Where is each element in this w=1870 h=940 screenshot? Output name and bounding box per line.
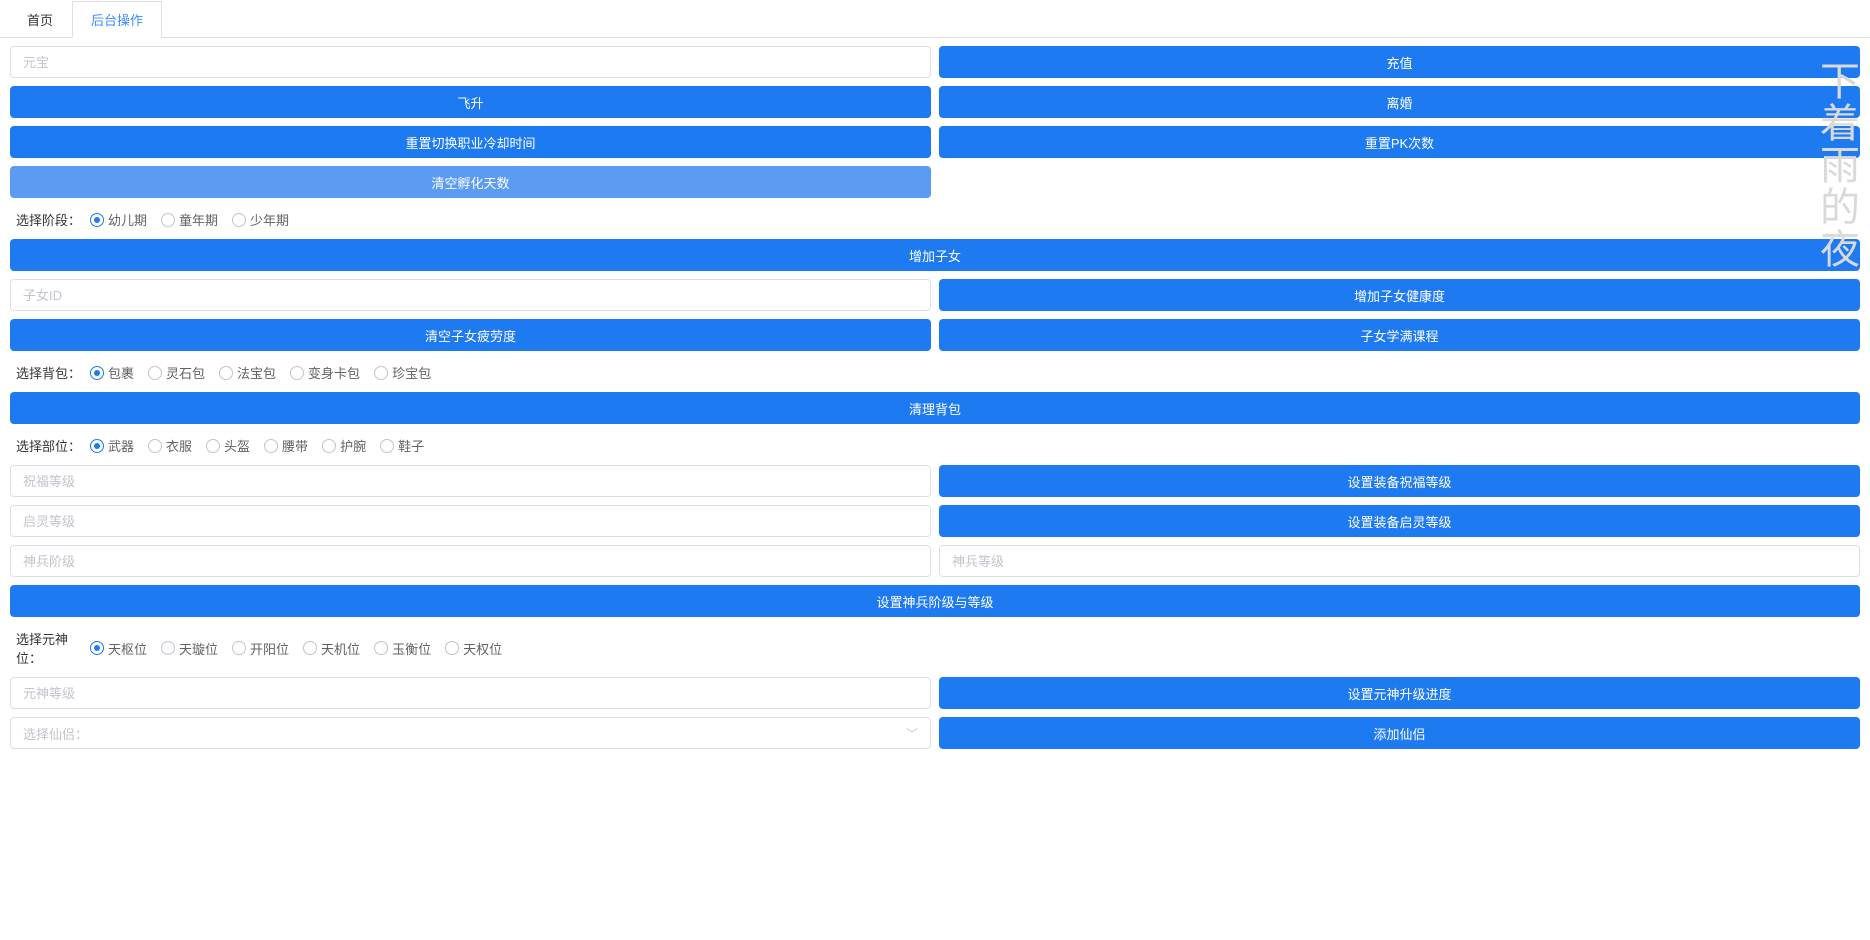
radio-icon	[374, 366, 388, 380]
yuanshen-radio-5[interactable]: 天权位	[445, 639, 502, 658]
clear-hatch-days-button[interactable]: 清空孵化天数	[10, 166, 931, 198]
shenbing-level-input[interactable]	[939, 545, 1860, 577]
radio-text: 玉衡位	[392, 639, 431, 658]
radio-text: 幼儿期	[108, 210, 147, 229]
part-radio-row: 选择部位： 武器 衣服 头盔 腰带 护腕 鞋子	[10, 432, 1860, 459]
radio-text: 衣服	[166, 436, 192, 455]
radio-text: 包裹	[108, 363, 134, 382]
radio-text: 灵石包	[166, 363, 205, 382]
clear-bag-button[interactable]: 清理背包	[10, 392, 1860, 424]
clear-child-fatigue-button[interactable]: 清空子女疲劳度	[10, 319, 931, 351]
radio-icon	[161, 213, 175, 227]
radio-icon	[264, 439, 278, 453]
yuanshen-label: 选择元神位：	[10, 629, 90, 667]
radio-text: 天机位	[321, 639, 360, 658]
xianlv-select[interactable]: 选择仙侣： ﹀	[10, 717, 931, 749]
ascend-button[interactable]: 飞升	[10, 86, 931, 118]
yuanshen-radio-2[interactable]: 开阳位	[232, 639, 289, 658]
tab-home[interactable]: 首页	[8, 1, 72, 38]
stage-label: 选择阶段：	[10, 210, 90, 229]
radio-icon	[290, 366, 304, 380]
add-child-button[interactable]: 增加子女	[10, 239, 1860, 271]
bag-radio-4[interactable]: 珍宝包	[374, 363, 431, 382]
shenbing-stage-input[interactable]	[10, 545, 931, 577]
radio-icon	[374, 641, 388, 655]
xianlv-select-text: 选择仙侣：	[23, 724, 88, 743]
radio-text: 法宝包	[237, 363, 276, 382]
child-full-course-button[interactable]: 子女学满课程	[939, 319, 1860, 351]
set-yuanshen-button[interactable]: 设置元神升级进度	[939, 677, 1860, 709]
radio-icon	[90, 641, 104, 655]
radio-icon	[232, 641, 246, 655]
yuanshen-radio-3[interactable]: 天机位	[303, 639, 360, 658]
add-child-health-button[interactable]: 增加子女健康度	[939, 279, 1860, 311]
tab-bar: 首页 后台操作	[0, 0, 1870, 38]
radio-text: 童年期	[179, 210, 218, 229]
set-shenbing-button[interactable]: 设置神兵阶级与等级	[10, 585, 1860, 617]
radio-text: 腰带	[282, 436, 308, 455]
yuanshen-radio-4[interactable]: 玉衡位	[374, 639, 431, 658]
radio-icon	[445, 641, 459, 655]
part-radio-0[interactable]: 武器	[90, 436, 134, 455]
yuanshen-radio-row: 选择元神位： 天枢位 天璇位 开阳位 天机位 玉衡位 天权位	[10, 625, 1860, 671]
radio-icon	[380, 439, 394, 453]
part-radio-3[interactable]: 腰带	[264, 436, 308, 455]
radio-icon	[148, 366, 162, 380]
reset-job-cooldown-button[interactable]: 重置切换职业冷却时间	[10, 126, 931, 158]
stage-radio-1[interactable]: 童年期	[161, 210, 218, 229]
set-equip-qiling-button[interactable]: 设置装备启灵等级	[939, 505, 1860, 537]
bag-radio-1[interactable]: 灵石包	[148, 363, 205, 382]
radio-text: 护腕	[340, 436, 366, 455]
divorce-button[interactable]: 离婚	[939, 86, 1860, 118]
radio-icon	[90, 213, 104, 227]
bag-radio-0[interactable]: 包裹	[90, 363, 134, 382]
radio-icon	[161, 641, 175, 655]
stage-radio-0[interactable]: 幼儿期	[90, 210, 147, 229]
radio-text: 开阳位	[250, 639, 289, 658]
radio-icon	[90, 366, 104, 380]
bag-radio-3[interactable]: 变身卡包	[290, 363, 360, 382]
part-radio-1[interactable]: 衣服	[148, 436, 192, 455]
yuanshen-radio-0[interactable]: 天枢位	[90, 639, 147, 658]
bag-radio-row: 选择背包： 包裹 灵石包 法宝包 变身卡包 珍宝包	[10, 359, 1860, 386]
radio-text: 天枢位	[108, 639, 147, 658]
part-radio-4[interactable]: 护腕	[322, 436, 366, 455]
radio-icon	[322, 439, 336, 453]
yuanshen-level-input[interactable]	[10, 677, 931, 709]
set-equip-bless-button[interactable]: 设置装备祝福等级	[939, 465, 1860, 497]
radio-text: 天权位	[463, 639, 502, 658]
radio-icon	[148, 439, 162, 453]
yuanshen-radio-1[interactable]: 天璇位	[161, 639, 218, 658]
stage-radio-row: 选择阶段： 幼儿期 童年期 少年期	[10, 206, 1860, 233]
radio-text: 变身卡包	[308, 363, 360, 382]
radio-text: 武器	[108, 436, 134, 455]
radio-text: 少年期	[250, 210, 289, 229]
part-radio-2[interactable]: 头盔	[206, 436, 250, 455]
bag-label: 选择背包：	[10, 363, 90, 382]
radio-text: 头盔	[224, 436, 250, 455]
radio-text: 鞋子	[398, 436, 424, 455]
radio-text: 珍宝包	[392, 363, 431, 382]
radio-icon	[90, 439, 104, 453]
recharge-button[interactable]: 充值	[939, 46, 1860, 78]
radio-icon	[232, 213, 246, 227]
qiling-level-input[interactable]	[10, 505, 931, 537]
main-panel: 充值 飞升 离婚 重置切换职业冷却时间 重置PK次数 清空孵化天数 选择阶段： …	[0, 38, 1870, 765]
radio-icon	[206, 439, 220, 453]
yuanbao-input[interactable]	[10, 46, 931, 78]
child-id-input[interactable]	[10, 279, 931, 311]
stage-radio-2[interactable]: 少年期	[232, 210, 289, 229]
tab-backend[interactable]: 后台操作	[72, 1, 162, 38]
radio-icon	[303, 641, 317, 655]
reset-pk-button[interactable]: 重置PK次数	[939, 126, 1860, 158]
chevron-down-icon: ﹀	[906, 725, 918, 742]
bag-radio-2[interactable]: 法宝包	[219, 363, 276, 382]
part-radio-5[interactable]: 鞋子	[380, 436, 424, 455]
radio-text: 天璇位	[179, 639, 218, 658]
part-label: 选择部位：	[10, 436, 90, 455]
bless-level-input[interactable]	[10, 465, 931, 497]
radio-icon	[219, 366, 233, 380]
add-xianlv-button[interactable]: 添加仙侣	[939, 717, 1860, 749]
